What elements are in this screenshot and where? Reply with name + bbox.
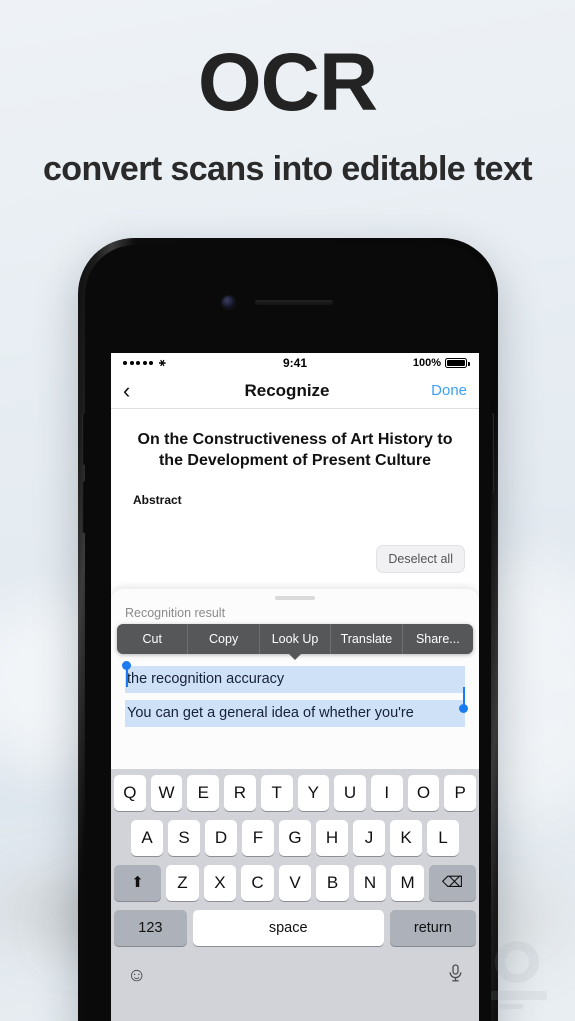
- document-page: On the Constructiveness of Art History t…: [111, 409, 479, 587]
- document-section-label: Abstract: [133, 493, 182, 508]
- done-button[interactable]: Done: [411, 382, 467, 399]
- numeric-key[interactable]: 123: [114, 910, 187, 946]
- key-k[interactable]: K: [390, 820, 422, 856]
- return-key[interactable]: return: [389, 910, 476, 946]
- phone-screen: ⚹ 9:41 100% ‹ Recognize Done On the Cons…: [111, 353, 479, 1021]
- key-y[interactable]: Y: [297, 775, 330, 811]
- text-context-menu: Cut Copy Look Up Translate Share...: [117, 624, 473, 654]
- page-subtitle: convert scans into editable text: [42, 150, 533, 188]
- key-r[interactable]: R: [224, 775, 256, 811]
- selection-handle-start[interactable]: [122, 661, 131, 687]
- key-j[interactable]: J: [353, 820, 385, 856]
- page-title: OCR: [197, 37, 378, 128]
- key-f[interactable]: F: [242, 820, 274, 856]
- menu-item-translate[interactable]: Translate: [331, 624, 403, 654]
- key-w[interactable]: W: [150, 775, 183, 811]
- key-n[interactable]: N: [353, 865, 387, 901]
- keyboard-row-2: A S D F G H J K L: [111, 820, 479, 856]
- key-q[interactable]: Q: [113, 775, 146, 811]
- power-button[interactable]: [489, 413, 494, 493]
- onscreen-keyboard: Q W E R T Y U I O P A S D F G H J K L ⬆ …: [111, 769, 479, 1021]
- context-menu-arrow-icon: [288, 653, 302, 660]
- menu-item-look-up[interactable]: Look Up: [260, 624, 332, 654]
- backspace-key[interactable]: ⌫: [428, 865, 477, 901]
- key-a[interactable]: A: [131, 820, 163, 856]
- keyboard-bottom-bar: ☺: [111, 952, 479, 994]
- menu-item-cut[interactable]: Cut: [117, 624, 189, 654]
- key-d[interactable]: D: [205, 820, 237, 856]
- key-z[interactable]: Z: [166, 865, 199, 901]
- front-camera-icon: [222, 296, 235, 309]
- phone-bezel: ⚹ 9:41 100% ‹ Recognize Done On the Cons…: [82, 245, 494, 1021]
- battery-percent-label: 100%: [412, 357, 441, 369]
- keyboard-row-4: 123 space return: [111, 910, 479, 946]
- key-o[interactable]: O: [407, 775, 440, 811]
- key-b[interactable]: B: [316, 865, 349, 901]
- status-bar-clock: 9:41: [282, 356, 308, 370]
- volume-down-button[interactable]: [82, 481, 87, 533]
- back-button[interactable]: ‹: [123, 379, 163, 402]
- key-e[interactable]: E: [187, 775, 220, 811]
- mic-icon[interactable]: [448, 963, 463, 987]
- screen-title: Recognize: [244, 380, 330, 400]
- key-x[interactable]: X: [203, 865, 237, 901]
- deselect-all-button[interactable]: Deselect all: [376, 545, 465, 573]
- earpiece-speaker: [255, 300, 333, 305]
- keyboard-row-3: ⬆ Z X C V B N M ⌫: [111, 865, 479, 901]
- status-bar-left: ⚹: [123, 356, 283, 369]
- key-v[interactable]: V: [278, 865, 312, 901]
- key-s[interactable]: S: [168, 820, 200, 856]
- key-i[interactable]: I: [370, 775, 403, 811]
- key-m[interactable]: M: [391, 865, 424, 901]
- selected-text-area[interactable]: the recognition accuracy You can get a g…: [111, 661, 479, 728]
- volume-up-button[interactable]: [82, 413, 87, 465]
- key-c[interactable]: C: [241, 865, 274, 901]
- navigation-bar: ‹ Recognize Done: [111, 373, 479, 409]
- key-l[interactable]: L: [427, 820, 459, 856]
- key-t[interactable]: T: [260, 775, 293, 811]
- keyboard-row-1: Q W E R T Y U I O P: [111, 775, 479, 811]
- key-g[interactable]: G: [279, 820, 311, 856]
- status-bar-right: 100%: [307, 357, 470, 369]
- menu-item-copy[interactable]: Copy: [188, 624, 260, 654]
- selected-text-line: You can get a general idea of whether yo…: [125, 700, 465, 728]
- shift-key[interactable]: ⬆: [113, 865, 162, 901]
- recognition-result-label: Recognition result: [125, 606, 226, 620]
- promo-header: OCR convert scans into editable text: [0, 42, 575, 189]
- key-u[interactable]: U: [334, 775, 366, 811]
- space-key[interactable]: space: [192, 910, 384, 946]
- key-p[interactable]: P: [444, 775, 477, 811]
- context-menu-wrapper: Cut Copy Look Up Translate Share...: [111, 624, 479, 660]
- document-title: On the Constructiveness of Art History t…: [137, 431, 453, 470]
- key-h[interactable]: H: [316, 820, 348, 856]
- menu-item-share[interactable]: Share...: [403, 624, 473, 654]
- recognition-result-sheet: Recognition result Cut Copy Look Up Tran…: [111, 589, 479, 1021]
- signal-strength-icon: [123, 361, 153, 365]
- phone-mockup: ⚹ 9:41 100% ‹ Recognize Done On the Cons…: [78, 238, 498, 1021]
- selected-text-line: the recognition accuracy: [125, 666, 465, 694]
- wifi-icon: ⚹: [159, 356, 166, 369]
- emoji-icon[interactable]: ☺: [127, 966, 146, 985]
- status-bar: ⚹ 9:41 100%: [111, 353, 479, 373]
- battery-icon: [445, 358, 470, 368]
- selection-handle-end[interactable]: [459, 687, 468, 713]
